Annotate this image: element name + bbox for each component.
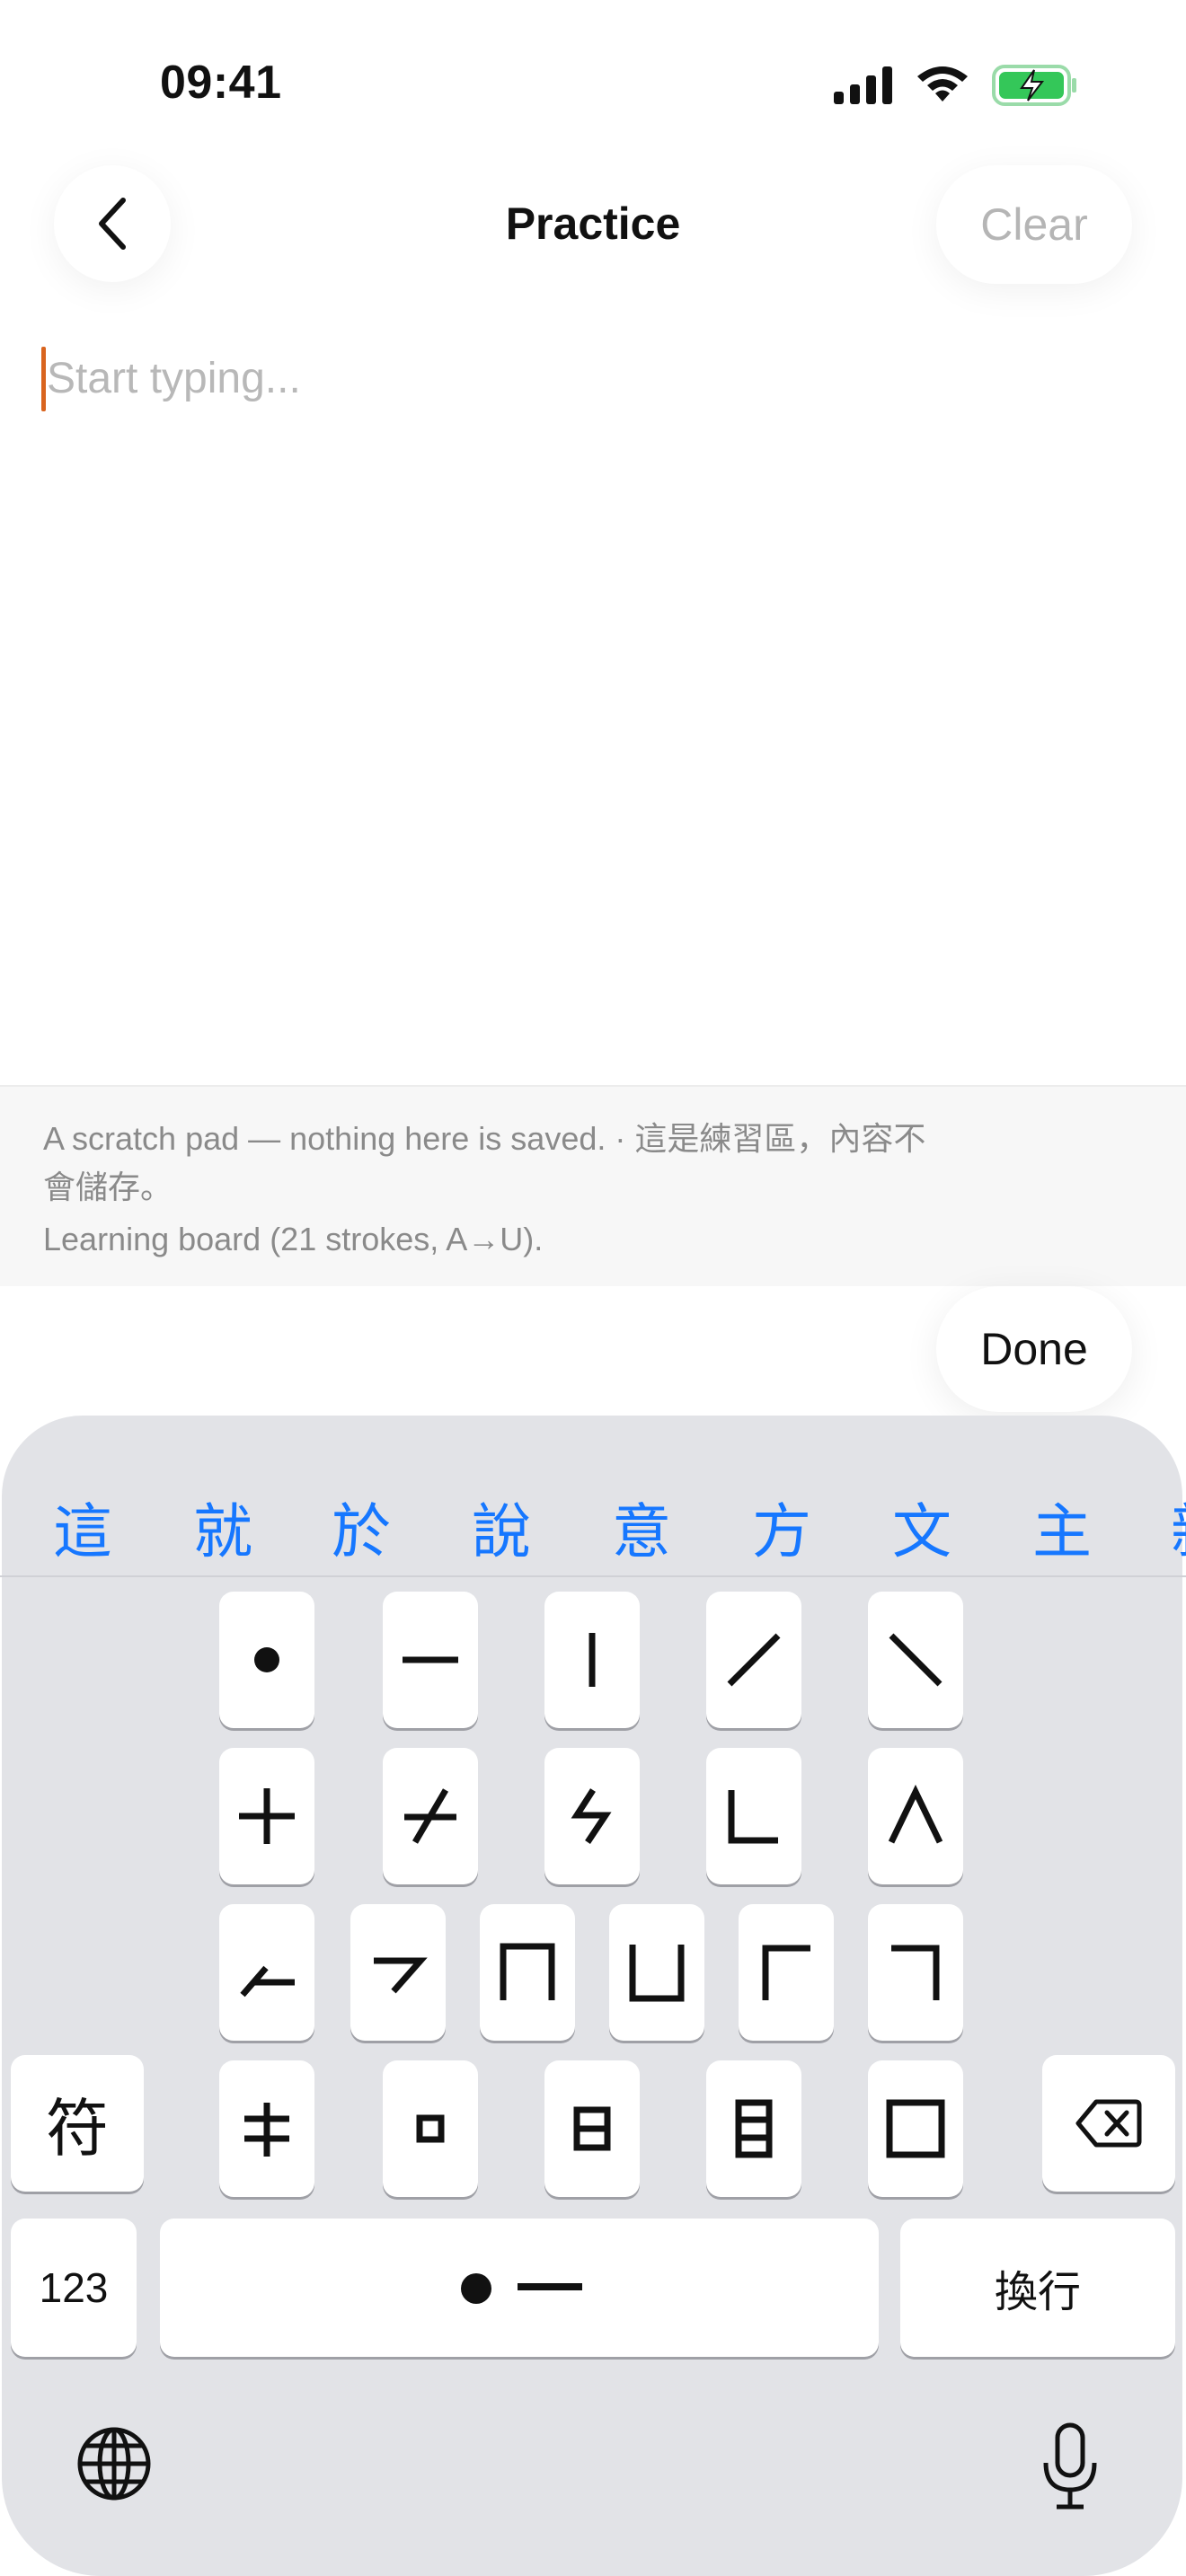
candidate-item[interactable]: 說 bbox=[456, 1484, 546, 1570]
square-stroke-icon bbox=[886, 2099, 945, 2158]
right-corner-stroke-icon bbox=[891, 1945, 940, 2000]
turn-stroke-icon bbox=[374, 1957, 428, 1994]
clear-button[interactable]: Clear bbox=[936, 165, 1132, 284]
left-falling-stroke-icon bbox=[727, 1633, 781, 1687]
text-caret bbox=[41, 347, 46, 411]
stroke-key-dot[interactable] bbox=[219, 1592, 314, 1728]
hook-stroke-icon bbox=[571, 1788, 612, 1844]
caret-stroke-icon bbox=[888, 1785, 943, 1844]
n-frame-stroke-icon bbox=[500, 1943, 555, 2000]
globe-button[interactable] bbox=[75, 2425, 153, 2502]
delete-key[interactable] bbox=[1042, 2055, 1175, 2192]
stroke-key-slash-cross[interactable] bbox=[383, 1748, 478, 1884]
candidate-item[interactable]: 方 bbox=[737, 1484, 827, 1570]
info-panel: A scratch pad — nothing here is saved. ·… bbox=[0, 1085, 1186, 1286]
double-cross-stroke-icon bbox=[244, 2103, 289, 2157]
candidate-divider bbox=[0, 1575, 1186, 1577]
candidate-item[interactable]: 這 bbox=[38, 1484, 128, 1570]
return-key[interactable]: 換行 bbox=[900, 2219, 1175, 2357]
cellular-signal-icon bbox=[834, 66, 892, 104]
space-key[interactable] bbox=[160, 2219, 879, 2357]
stroke-key-u-frame[interactable] bbox=[609, 1904, 704, 2041]
wifi-icon bbox=[917, 66, 968, 101]
info-text-line: 會儲存。 bbox=[43, 1169, 173, 1205]
microphone-button[interactable] bbox=[1039, 2422, 1102, 2511]
microphone-icon bbox=[1043, 2422, 1097, 2510]
stroke-key-right-corner[interactable] bbox=[868, 1904, 963, 2041]
board-info-text: Learning board (21 strokes, A→U). bbox=[43, 1221, 544, 1257]
symbols-key[interactable]: 符 bbox=[11, 2055, 144, 2192]
stroke-key-hook[interactable] bbox=[544, 1748, 640, 1884]
stroke-key-left-corner[interactable] bbox=[739, 1904, 834, 2041]
backspace-icon bbox=[1075, 2099, 1142, 2148]
small-box-stroke-icon bbox=[416, 2114, 445, 2143]
horizontal-stroke-icon bbox=[403, 1656, 458, 1663]
info-text-line: A scratch pad — nothing here is saved. ·… bbox=[43, 1120, 926, 1157]
keyboard bbox=[2, 1416, 1182, 2576]
stroke-key-horizontal[interactable] bbox=[383, 1592, 478, 1728]
status-icons bbox=[834, 65, 1078, 106]
done-button[interactable]: Done bbox=[936, 1286, 1132, 1412]
corner-stroke-icon bbox=[728, 1790, 778, 1844]
editor-placeholder[interactable]: Start typing... bbox=[47, 354, 301, 403]
status-time: 09:41 bbox=[160, 57, 282, 109]
stroke-key-eye-box[interactable] bbox=[706, 2060, 801, 2197]
stroke-key-small-box[interactable] bbox=[383, 2060, 478, 2197]
stroke-key-caret[interactable] bbox=[868, 1748, 963, 1884]
stroke-key-vertical[interactable] bbox=[544, 1592, 640, 1728]
vertical-stroke-icon bbox=[589, 1633, 596, 1687]
numbers-key[interactable]: 123 bbox=[11, 2219, 137, 2357]
candidate-item[interactable]: 文 bbox=[877, 1484, 967, 1570]
candidate-item[interactable]: 新 bbox=[1155, 1484, 1186, 1570]
left-corner-stroke-icon bbox=[762, 1945, 810, 2000]
candidate-item[interactable]: 主 bbox=[1017, 1484, 1107, 1570]
candidate-item[interactable]: 於 bbox=[316, 1484, 406, 1570]
stroke-key-sun-box[interactable] bbox=[544, 2060, 640, 2197]
candidate-item[interactable]: 意 bbox=[597, 1484, 686, 1570]
stroke-key-square[interactable] bbox=[868, 2060, 963, 2197]
sun-box-stroke-icon bbox=[573, 2106, 611, 2151]
slash-cross-stroke-icon bbox=[404, 1788, 456, 1844]
battery-charging-icon bbox=[992, 65, 1076, 106]
stroke-key-turn[interactable] bbox=[350, 1904, 446, 2041]
candidate-item[interactable]: 就 bbox=[178, 1484, 268, 1570]
stroke-key-corner[interactable] bbox=[706, 1748, 801, 1884]
stroke-key-left-falling[interactable] bbox=[706, 1592, 801, 1728]
cross-stroke-icon bbox=[239, 1788, 295, 1844]
right-falling-stroke-icon bbox=[889, 1633, 943, 1687]
dot-stroke-icon bbox=[254, 1647, 279, 1672]
dot-dash-space-icon bbox=[461, 2273, 582, 2304]
stroke-key-n-frame[interactable] bbox=[480, 1904, 575, 2041]
u-frame-stroke-icon bbox=[629, 1945, 685, 2002]
eye-box-stroke-icon bbox=[735, 2099, 773, 2158]
stroke-key-right-falling[interactable] bbox=[868, 1592, 963, 1728]
globe-icon bbox=[77, 2427, 151, 2501]
stroke-key-double-cross[interactable] bbox=[219, 2060, 314, 2197]
stroke-key-rising[interactable] bbox=[219, 1904, 314, 2041]
candidate-bar: 這 就 於 說 意 方 文 主 新 bbox=[0, 1464, 1186, 1575]
stroke-key-cross[interactable] bbox=[219, 1748, 314, 1884]
rising-stroke-icon bbox=[240, 1965, 295, 1998]
